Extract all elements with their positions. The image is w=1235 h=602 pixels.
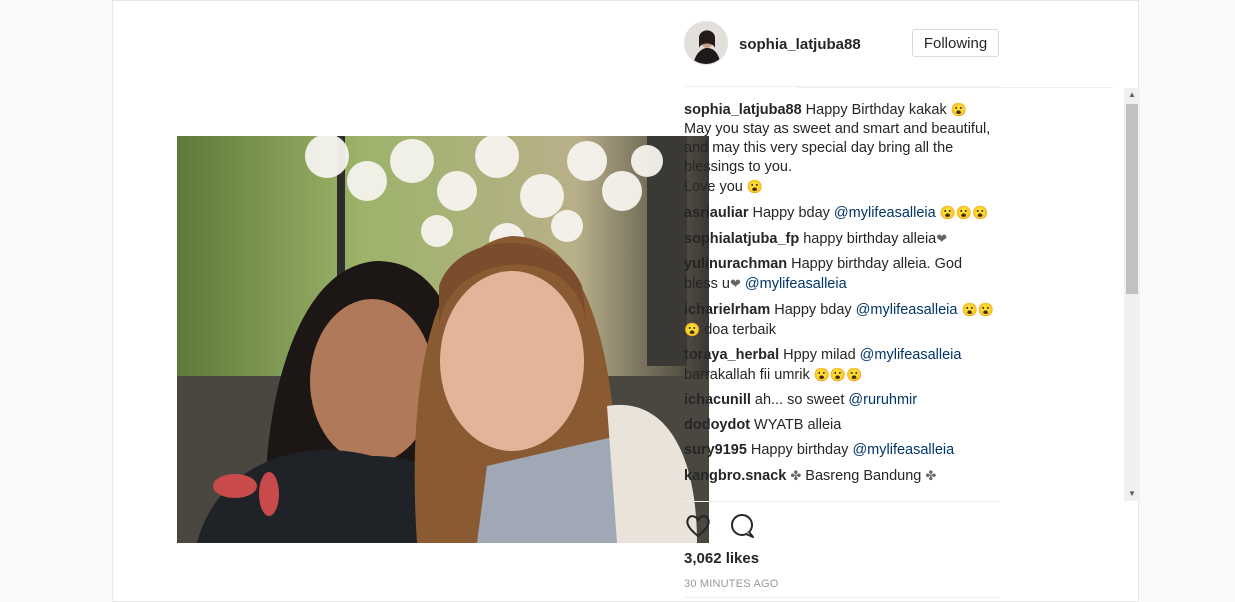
following-button[interactable]: Following	[912, 29, 999, 57]
comment-author[interactable]: kangbro.snack	[684, 468, 786, 484]
bottom-divider	[684, 597, 1000, 598]
comment-text: happy birthday alleia	[803, 231, 937, 247]
comment-item: asriauliar Happy bday @mylifeasalleia 😮😮😮	[684, 203, 994, 223]
emoji-icon: 😮	[950, 102, 967, 117]
emoji-icon: 😮😮😮	[939, 205, 989, 220]
scroll-thumb[interactable]	[1126, 104, 1138, 294]
scroll-down-arrow-icon[interactable]: ▼	[1124, 487, 1140, 501]
comment-text: Basreng Bandung	[801, 468, 926, 484]
comment-item: ichacunill ah... so sweet @ruruhmir	[684, 391, 994, 410]
comment-text: May you stay as sweet and smart and beau…	[684, 121, 991, 175]
comment-text: Hppy milad	[783, 347, 860, 363]
emoji-icon: ✤	[925, 468, 937, 483]
likes-count[interactable]: 3,062 likes	[684, 550, 759, 567]
comment-item: icharielrham Happy bday @mylifeasalleia 😮…	[684, 300, 994, 340]
comment-author[interactable]: icharielrham	[684, 302, 770, 318]
header-divider	[797, 87, 1113, 88]
emoji-icon: 😮	[746, 179, 764, 194]
comment-item: sophia_latjuba88 Happy Birthday kakak 😮 Ma…	[684, 100, 994, 197]
comment-mention-link[interactable]: @ruruhmir	[848, 392, 917, 408]
comment-author[interactable]: sophia_latjuba88	[684, 102, 802, 118]
comment-text: WYATB alleia	[754, 417, 842, 433]
comment-text: doa terbaik	[700, 322, 776, 338]
comment-item: sury9195 Happy birthday @mylifeasalleia	[684, 441, 994, 460]
comment-author[interactable]: asriauliar	[684, 205, 749, 221]
emoji-icon: ❤	[729, 276, 741, 291]
post-photo[interactable]	[177, 136, 709, 543]
post-timestamp[interactable]: 30 MINUTES AGO	[684, 578, 779, 590]
emoji-icon: 😮😮😮	[813, 367, 863, 382]
comment-item: sophialatjuba_fp happy birthday alleia❤	[684, 229, 994, 249]
comment-item: dodoydot WYATB alleia	[684, 416, 994, 435]
comment-mention-link[interactable]: @mylifeasalleia	[745, 276, 847, 292]
comment-author[interactable]: dodoydot	[684, 417, 750, 433]
comment-author[interactable]: ichacunill	[684, 392, 751, 408]
post-header: sophia_latjuba88 Following	[684, 18, 1000, 70]
comment-mention-link[interactable]: @mylifeasalleia	[856, 302, 958, 318]
comment-item: kangbro.snack ✤ Basreng Bandung ✤	[684, 466, 994, 486]
emoji-icon: ❤	[936, 231, 948, 246]
avatar[interactable]	[684, 21, 728, 65]
post-actions	[684, 512, 884, 544]
comment-text: Happy Birthday kakak	[805, 102, 951, 118]
comment-text: barrakallah fii umrik	[684, 367, 814, 383]
comment-text: ah... so sweet	[754, 392, 849, 408]
comment-author[interactable]: sophialatjuba_fp	[684, 231, 799, 247]
comment-item: toraya_herbal Hppy milad @mylifeasalleia …	[684, 346, 994, 385]
comment-item: yulinurachman Happy birthday alleia. God …	[684, 255, 994, 294]
post-username[interactable]: sophia_latjuba88	[739, 36, 861, 53]
header-divider-line	[684, 86, 1000, 87]
comment-text: Happy bday	[774, 302, 856, 318]
heart-outline-icon[interactable]	[684, 512, 714, 542]
comment-text: Happy birthday	[750, 442, 853, 458]
comment-mention-link[interactable]: @mylifeasalleia	[852, 442, 954, 458]
comment-text: Happy bday	[752, 205, 834, 221]
comment-mention-link[interactable]: @mylifeasalleia	[860, 347, 962, 363]
comment-mention-link[interactable]: @mylifeasalleia	[834, 205, 936, 221]
actions-divider	[684, 501, 1000, 502]
emoji-icon: ✤	[790, 468, 802, 483]
photo-illustration	[177, 136, 709, 543]
speech-bubble-icon[interactable]	[728, 512, 758, 542]
comment-text: Love you	[684, 179, 747, 195]
comments-scrollbar[interactable]: ▲ ▼	[1124, 88, 1140, 501]
scroll-up-arrow-icon[interactable]: ▲	[1124, 88, 1140, 102]
comments-list: sophia_latjuba88 Happy Birthday kakak 😮 Ma…	[684, 100, 994, 500]
avatar-image	[685, 22, 727, 64]
comment-author[interactable]: sury9195	[684, 442, 747, 458]
comment-author[interactable]: toraya_herbal	[684, 347, 779, 363]
comment-author[interactable]: yulinurachman	[684, 256, 787, 272]
